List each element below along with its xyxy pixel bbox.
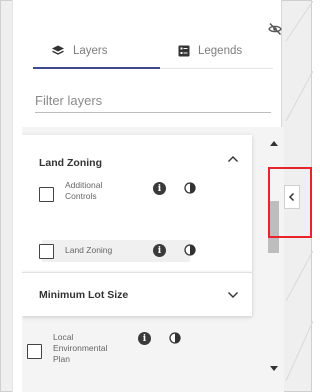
group-card-land-zoning: Land Zoning Additional Controls i Land Z…	[22, 135, 252, 272]
layer-checkbox-local-environmental-plan[interactable]	[27, 344, 42, 359]
layer-row-land-zoning: Land Zoning i	[22, 235, 252, 261]
layer-label-additional-controls: Additional Controls	[65, 180, 102, 202]
group-title-land-zoning: Land Zoning	[39, 157, 102, 169]
layer-label-land-zoning: Land Zoning	[65, 245, 112, 256]
panel-tabs: Layers Legends	[33, 36, 273, 70]
tab-legends-label: Legends	[198, 45, 243, 57]
opacity-icon[interactable]	[184, 182, 196, 194]
layer-list: Land Zoning Additional Controls i Land Z…	[22, 127, 284, 392]
label-line: Land Zoning	[65, 245, 113, 255]
group-card-minimum-lot-size: Minimum Lot Size	[22, 272, 252, 316]
active-tab-indicator	[33, 67, 160, 69]
scroll-down-arrow-icon[interactable]	[270, 366, 278, 371]
layer-row-additional-controls: Additional Controls i	[22, 175, 252, 202]
legend-list-icon	[178, 45, 190, 57]
label-line: Local	[53, 332, 74, 342]
layers-icon	[52, 45, 64, 55]
layer-checkbox-land-zoning[interactable]	[39, 244, 54, 259]
chevron-up-icon[interactable]	[227, 155, 239, 163]
info-icon[interactable]: i	[138, 332, 151, 345]
opacity-icon[interactable]	[169, 332, 181, 344]
layer-row-local-environmental-plan: Local Environmental Plan i	[22, 324, 252, 374]
label-line: Additional	[65, 180, 103, 190]
scroll-up-arrow-icon[interactable]	[270, 141, 278, 146]
info-icon[interactable]: i	[153, 244, 166, 257]
filter-layers-input[interactable]	[35, 89, 271, 113]
annotation-highlight-box	[268, 167, 312, 238]
layer-label-local-environmental-plan: Local Environmental Plan	[53, 332, 107, 365]
layer-checkbox-additional-controls[interactable]	[39, 187, 54, 202]
tab-layers[interactable]: Layers	[51, 36, 108, 66]
chevron-down-icon[interactable]	[227, 291, 239, 299]
label-line: Controls	[65, 191, 97, 201]
label-line: Environmental	[53, 343, 108, 353]
eye-off-icon[interactable]	[268, 22, 282, 36]
tab-layers-label: Layers	[73, 45, 108, 57]
group-title-minimum-lot-size: Minimum Lot Size	[39, 289, 129, 301]
info-icon[interactable]: i	[153, 182, 166, 195]
label-line: Plan	[53, 354, 71, 364]
tab-legends[interactable]: Legends	[178, 36, 242, 66]
opacity-icon[interactable]	[184, 244, 196, 256]
